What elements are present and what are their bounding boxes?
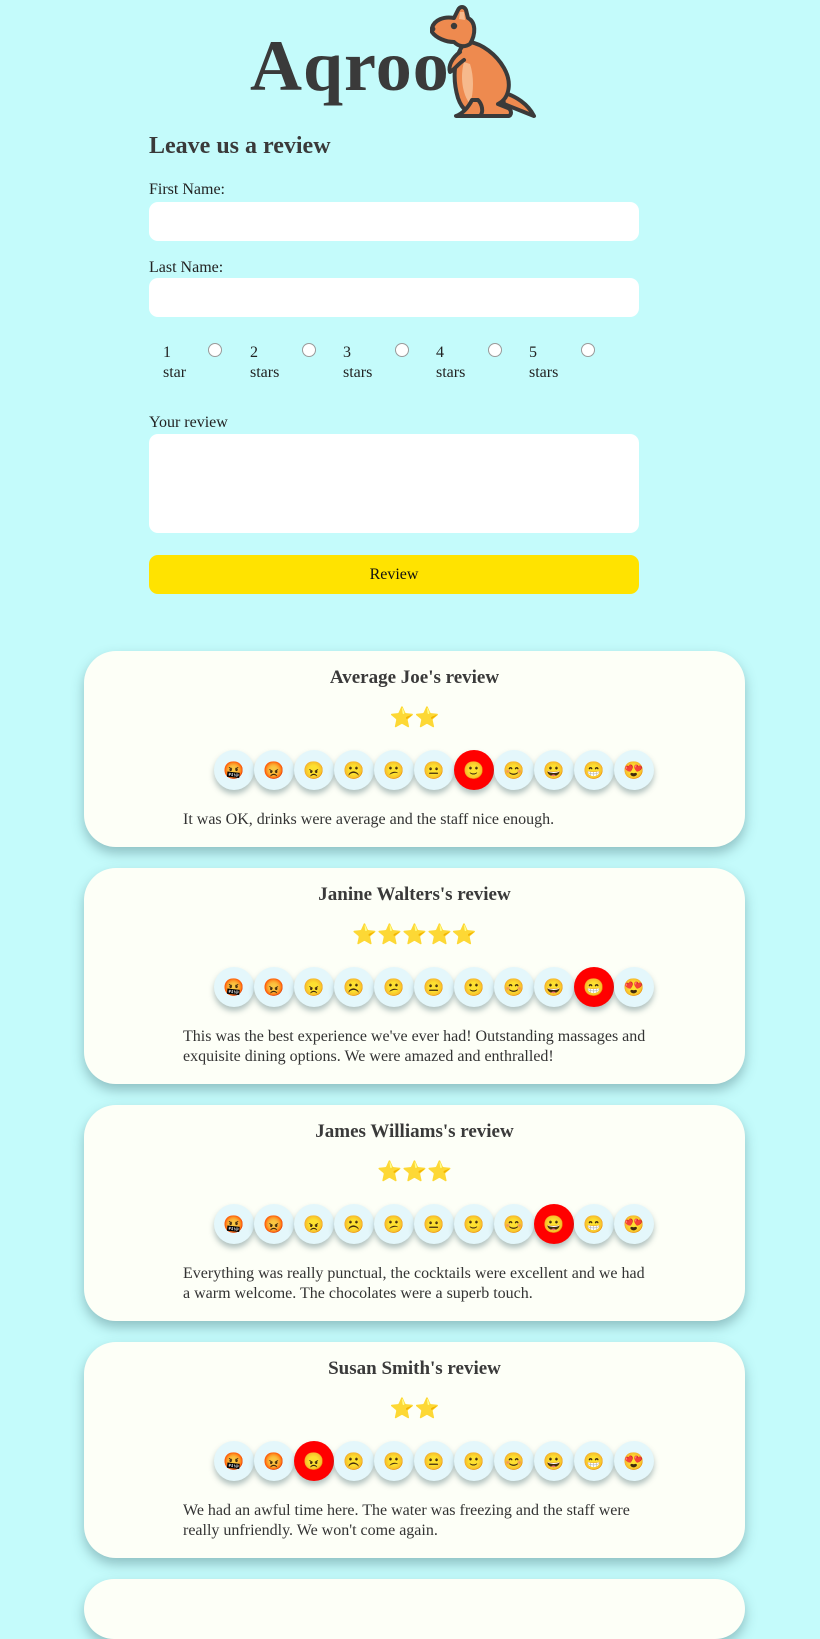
grinning-face-icon[interactable]: 😀 [534,1204,574,1244]
angry-face-icon[interactable]: 😡 [254,750,294,790]
grinning-face-icon[interactable]: 😀 [534,750,574,790]
review-stars: ⭐⭐⭐⭐⭐ [352,924,477,946]
angry-face-icon[interactable]: 😠 [294,1204,334,1244]
mood-scale: 🤬 😡 😠 ☹️ 😕 😐 🙂 😊 😀 😁 😍 [214,967,654,1007]
confused-face-icon[interactable]: 😕 [374,967,414,1007]
rating-label: 1 star [163,344,187,381]
review-card: Janine Walters's review ⭐⭐⭐⭐⭐ 🤬 😡 😠 ☹️ 😕 😐 🙂 😊 😀… [84,868,745,1084]
angry-face-icon[interactable]: 😠 [294,967,334,1007]
slightly-smiling-face-icon[interactable]: 🙂 [454,750,494,790]
frowning-face-icon[interactable]: ☹️ [334,1204,374,1244]
mood-scale: 🤬 😡 😠 ☹️ 😕 😐 🙂 😊 😀 😁 😍 [214,750,654,790]
cursing-face-icon[interactable]: 🤬 [214,967,254,1007]
first-name-input[interactable] [149,202,639,241]
cursing-face-icon[interactable]: 🤬 [214,750,254,790]
cursing-face-icon[interactable]: 🤬 [214,1441,254,1481]
rating-label: 4 stars [436,344,466,381]
confused-face-icon[interactable]: 😕 [374,1441,414,1481]
heart-eyes-face-icon[interactable]: 😍 [614,750,654,790]
angry-face-icon[interactable]: 😡 [254,967,294,1007]
heart-eyes-face-icon[interactable]: 😍 [614,967,654,1007]
rating-options: 1 star 2 stars 3 stars 4 stars 5 stars [149,343,639,383]
rating-radio-1[interactable] [208,343,222,357]
angry-face-icon[interactable]: 😡 [254,1441,294,1481]
beaming-face-icon[interactable]: 😁 [574,750,614,790]
review-title: Janine Walters's review [318,884,511,905]
review-text: We had an awful time here. The water was… [183,1502,630,1539]
smiling-face-icon[interactable]: 😊 [494,750,534,790]
rating-radio-2[interactable] [302,343,316,357]
smiling-face-icon[interactable]: 😊 [494,967,534,1007]
angry-face-icon[interactable]: 😠 [294,750,334,790]
review-card: Average Joe's review ⭐⭐ 🤬 😡 😠 ☹️ 😕 😐 🙂 😊 😀 😁 😍 It … [84,651,745,847]
review-text: Everything was really punctual, the cock… [183,1265,645,1302]
review-card: James Williams's review ⭐⭐⭐ 🤬 😡 😠 ☹️ 😕 😐 🙂 😊 😀 😁 😍… [84,1105,745,1321]
review-text: It was OK, drinks were average and the s… [183,811,555,828]
review-card [84,1579,745,1639]
smiling-face-icon[interactable]: 😊 [494,1204,534,1244]
last-name-input[interactable] [149,278,639,317]
neutral-face-icon[interactable]: 😐 [414,1204,454,1244]
slightly-smiling-face-icon[interactable]: 🙂 [454,967,494,1007]
slightly-smiling-face-icon[interactable]: 🙂 [454,1204,494,1244]
beaming-face-icon[interactable]: 😁 [574,1204,614,1244]
first-name-label: First Name: [149,181,225,198]
mood-scale: 🤬 😡 😠 ☹️ 😕 😐 🙂 😊 😀 😁 😍 [214,1441,654,1481]
neutral-face-icon[interactable]: 😐 [414,1441,454,1481]
review-card: Susan Smith's review ⭐⭐ 🤬 😡 😠 ☹️ 😕 😐 🙂 😊 😀 😁 😍 We … [84,1342,745,1558]
grinning-face-icon[interactable]: 😀 [534,1441,574,1481]
beaming-face-icon[interactable]: 😁 [574,1441,614,1481]
rating-label: 5 stars [529,344,559,381]
grinning-face-icon[interactable]: 😀 [534,967,574,1007]
review-text: This was the best experience we've ever … [183,1028,646,1065]
rating-radio-5[interactable] [581,343,595,357]
neutral-face-icon[interactable]: 😐 [414,750,454,790]
review-stars: ⭐⭐⭐ [377,1161,452,1183]
header: Aqroo [0,0,820,125]
review-label: Your review [149,414,228,431]
confused-face-icon[interactable]: 😕 [374,750,414,790]
heart-eyes-face-icon[interactable]: 😍 [614,1204,654,1244]
neutral-face-icon[interactable]: 😐 [414,967,454,1007]
rating-label: 2 stars [250,344,280,381]
mood-scale: 🤬 😡 😠 ☹️ 😕 😐 🙂 😊 😀 😁 😍 [214,1204,654,1244]
confused-face-icon[interactable]: 😕 [374,1204,414,1244]
review-textarea[interactable] [149,434,639,533]
review-title: Susan Smith's review [328,1358,501,1379]
review-stars: ⭐⭐ [389,707,440,729]
angry-face-icon[interactable]: 😡 [254,1204,294,1244]
review-title: James Williams's review [315,1121,514,1142]
kangaroo-icon [430,5,536,118]
review-submit-button[interactable]: Review [149,555,639,594]
last-name-label: Last Name: [149,259,224,276]
beaming-face-icon[interactable]: 😁 [574,967,614,1007]
slightly-smiling-face-icon[interactable]: 🙂 [454,1441,494,1481]
smiling-face-icon[interactable]: 😊 [494,1441,534,1481]
frowning-face-icon[interactable]: ☹️ [334,967,374,1007]
rating-radio-3[interactable] [395,343,409,357]
form-title: Leave us a review [149,133,331,159]
frowning-face-icon[interactable]: ☹️ [334,1441,374,1481]
heart-eyes-face-icon[interactable]: 😍 [614,1441,654,1481]
rating-label: 3 stars [343,344,373,381]
review-stars: ⭐⭐ [389,1398,440,1420]
angry-face-icon[interactable]: 😠 [294,1441,334,1481]
frowning-face-icon[interactable]: ☹️ [334,750,374,790]
cursing-face-icon[interactable]: 🤬 [214,1204,254,1244]
rating-radio-4[interactable] [488,343,502,357]
brand-name: Aqroo [250,26,450,106]
review-title: Average Joe's review [329,667,500,688]
